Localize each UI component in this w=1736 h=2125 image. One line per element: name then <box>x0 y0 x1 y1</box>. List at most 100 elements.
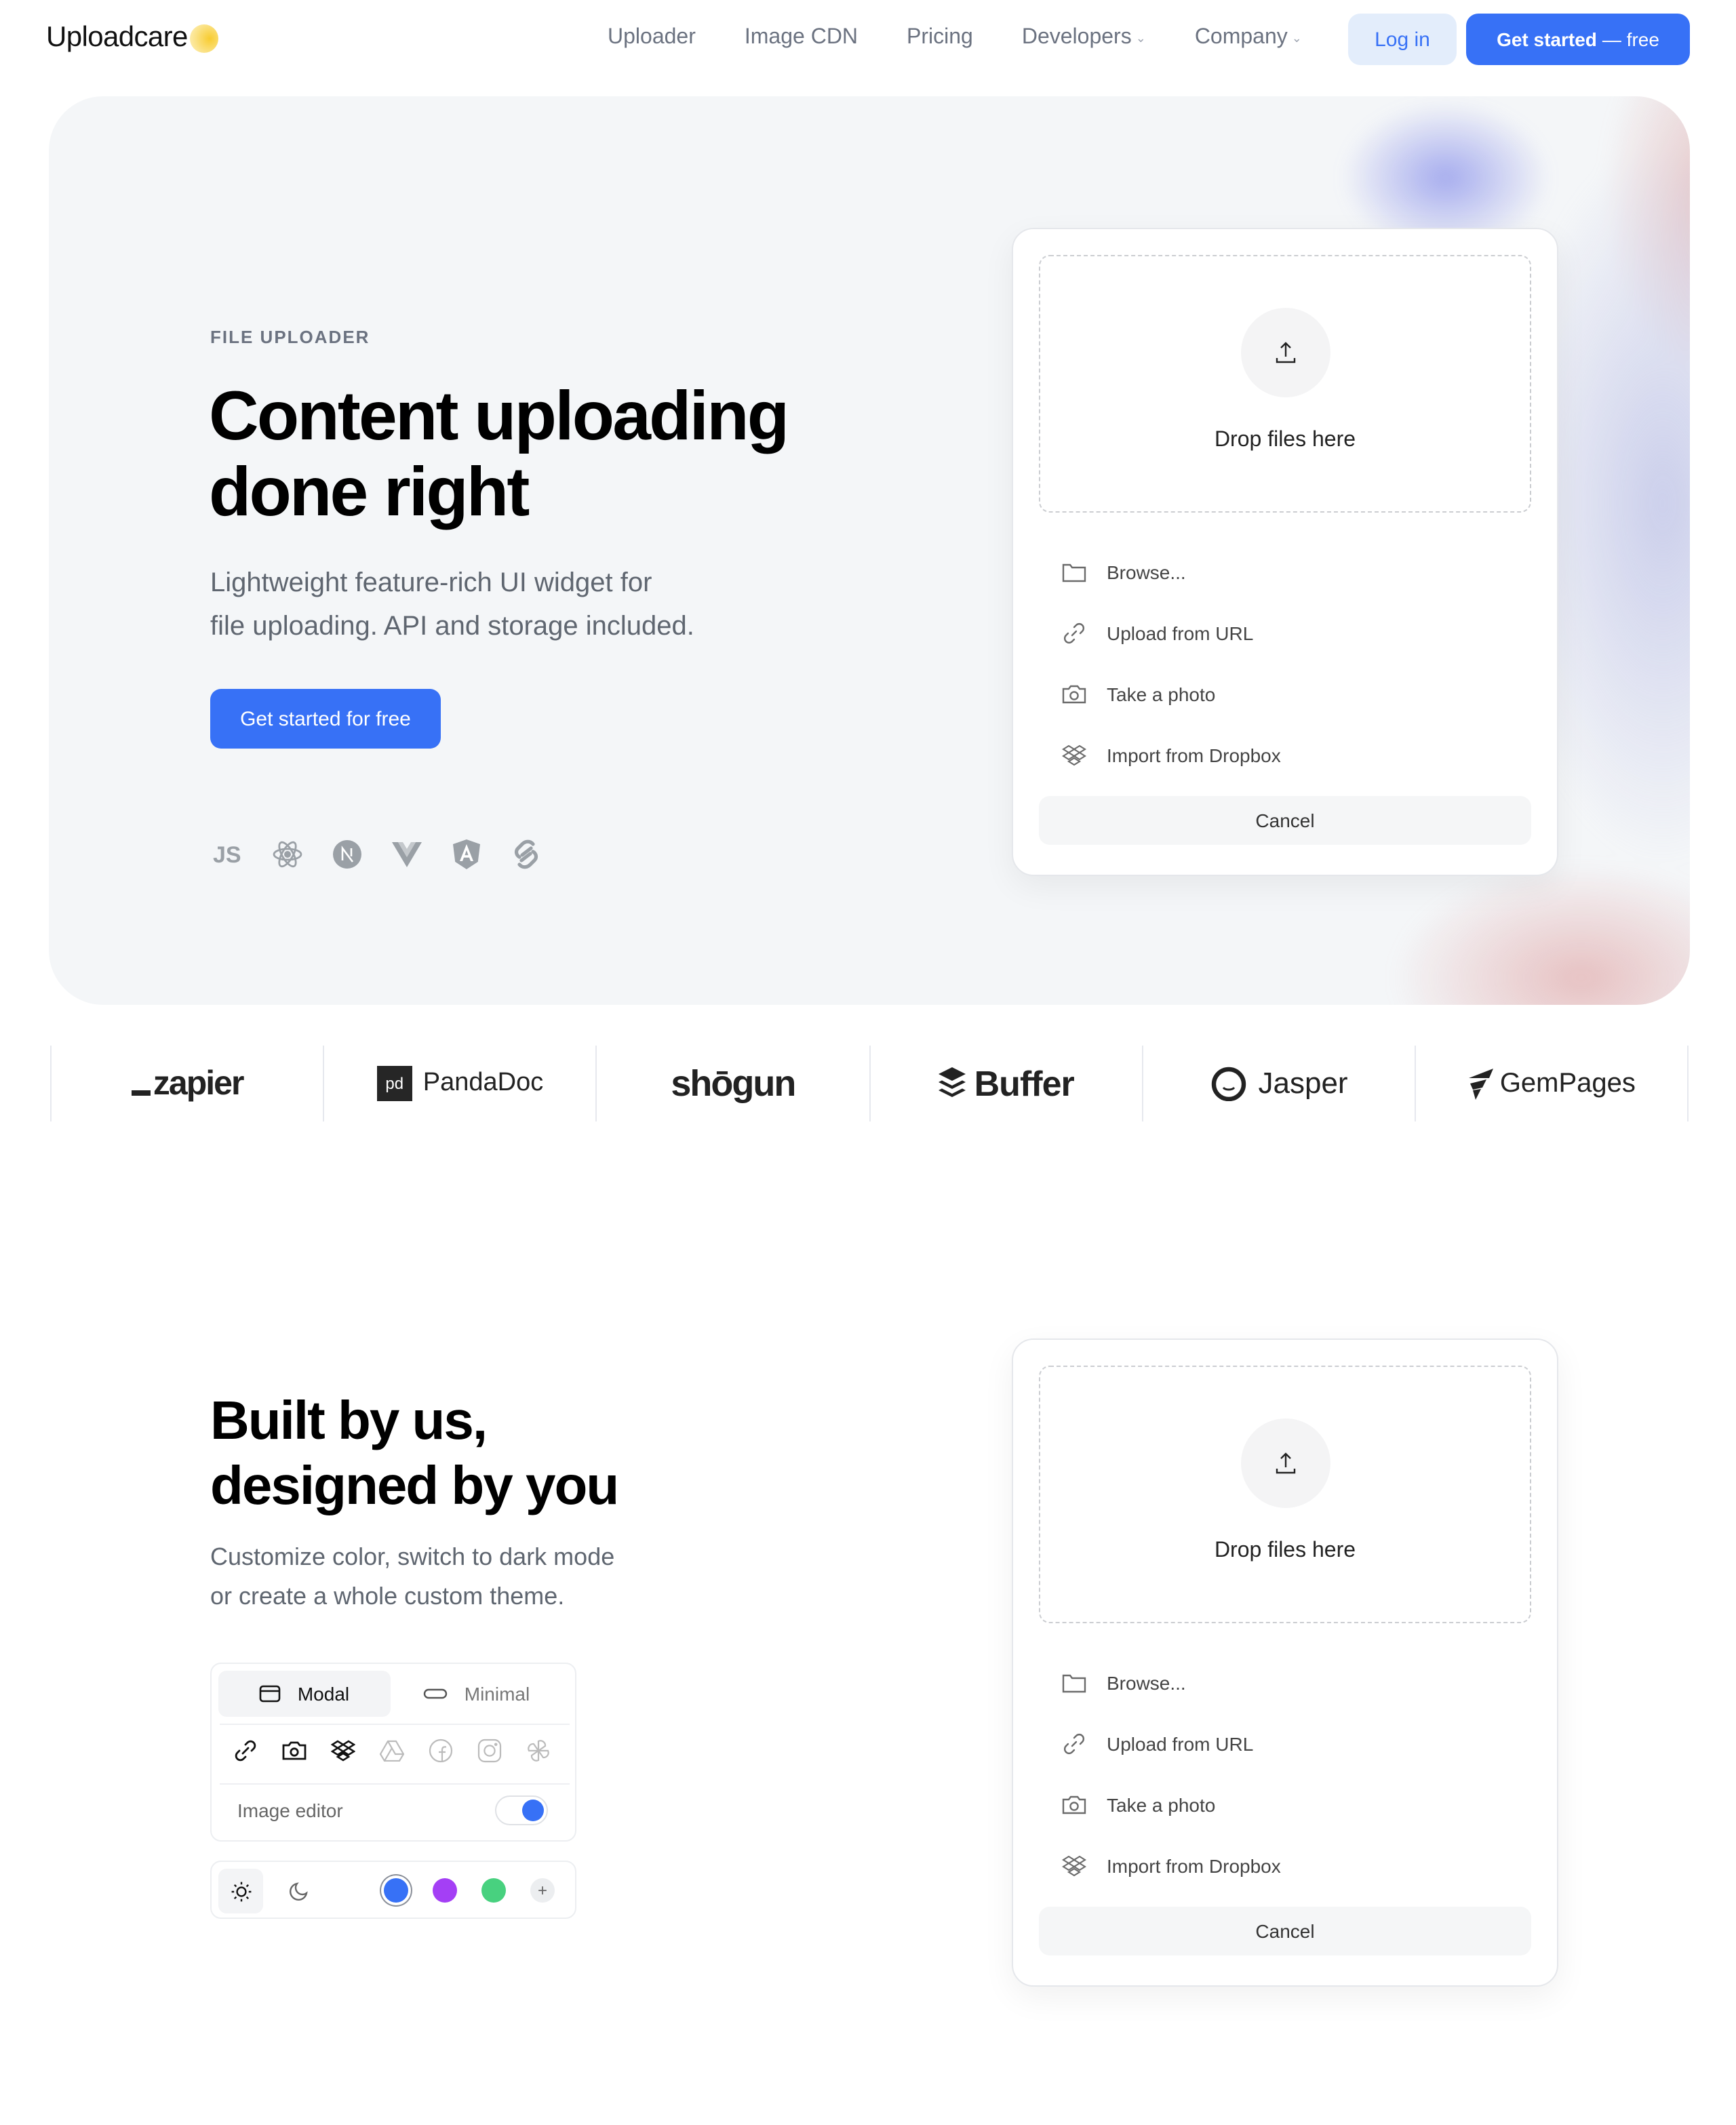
buffer-logo: Buffer <box>938 1062 1075 1105</box>
upload-icon <box>1276 342 1296 363</box>
customize-subtitle-line: Customize color, switch to dark mode <box>210 1543 615 1570</box>
source-camera[interactable]: Take a photo <box>1061 1774 1281 1835</box>
nav-link-label: Pricing <box>907 26 973 49</box>
hero-title: Content uploading done right <box>209 378 914 530</box>
nav-link-image-cdn[interactable]: Image CDN <box>745 26 858 50</box>
logo-shogun: shōgun <box>595 1046 869 1121</box>
nav-links: Uploader Image CDN Pricing Developers ⌄ C… <box>608 26 1351 50</box>
chevron-down-icon: ⌄ <box>1135 31 1146 44</box>
source-url[interactable]: Upload from URL <box>1061 602 1281 663</box>
chevron-down-icon: ⌄ <box>1291 31 1302 44</box>
nextjs-icon[interactable] <box>331 838 363 871</box>
brand-name: zapier <box>153 1064 245 1102</box>
source-label: Upload from URL <box>1107 622 1254 643</box>
camera-icon[interactable] <box>281 1737 308 1764</box>
mode-minimal-tab[interactable]: Minimal <box>391 1671 563 1717</box>
logo-pandadoc: pd PandaDoc <box>323 1046 595 1121</box>
brand-name: Buffer <box>974 1062 1075 1103</box>
modal-window-icon <box>260 1685 281 1703</box>
source-dropbox[interactable]: Import from Dropbox <box>1061 1835 1281 1896</box>
nav-link-developers[interactable]: Developers ⌄ <box>1022 26 1146 50</box>
nav-link-pricing[interactable]: Pricing <box>907 26 973 50</box>
cancel-button[interactable]: Cancel <box>1039 796 1531 845</box>
login-button[interactable]: Log in <box>1348 14 1457 65</box>
javascript-icon[interactable]: JS <box>212 838 244 871</box>
angular-icon[interactable] <box>450 838 483 871</box>
mode-switch: Modal Minimal <box>218 1671 563 1717</box>
color-swatch-blue[interactable] <box>384 1878 408 1903</box>
dropzone[interactable]: Drop files here <box>1039 255 1531 513</box>
source-list: Browse... Upload from URL Take a photo I… <box>1061 541 1281 785</box>
uploader-widget-preview: Drop files here Browse... Upload from UR… <box>1012 1338 1558 1987</box>
brand-name: GemPages <box>1499 1068 1636 1098</box>
theme-panel: + <box>210 1861 576 1919</box>
pandadoc-mark-icon: pd <box>376 1066 412 1101</box>
logo-gempages: GemPages <box>1414 1046 1689 1121</box>
brand-name: PandaDoc <box>422 1069 544 1097</box>
source-url[interactable]: Upload from URL <box>1061 1713 1281 1774</box>
color-swatch-purple[interactable] <box>433 1878 457 1903</box>
dark-theme-button[interactable] <box>275 1869 320 1913</box>
customize-title: Built by us, designed by you <box>210 1389 619 1519</box>
jasper-face-icon <box>1211 1067 1246 1101</box>
source-dropbox[interactable]: Import from Dropbox <box>1061 724 1281 785</box>
react-icon[interactable] <box>271 838 304 871</box>
top-nav: Uploadcare Uploader Image CDN Pricing De… <box>0 0 1736 79</box>
light-theme-button[interactable] <box>218 1869 263 1913</box>
get-started-free-button[interactable]: Get started for free <box>210 689 441 749</box>
divider <box>220 1783 570 1785</box>
camera-icon <box>1061 1791 1088 1818</box>
source-browse[interactable]: Browse... <box>1061 1652 1281 1713</box>
cancel-button[interactable]: Cancel <box>1039 1907 1531 1955</box>
upload-icon-circle <box>1241 308 1330 397</box>
pandadoc-logo: pd PandaDoc <box>376 1066 544 1101</box>
drop-files-text: Drop files here <box>1214 429 1356 452</box>
toggle-knob <box>522 1800 544 1821</box>
divider <box>220 1724 570 1725</box>
nav-link-label: Image CDN <box>744 26 859 49</box>
vue-icon[interactable] <box>391 838 423 871</box>
google-drive-icon[interactable] <box>378 1737 406 1764</box>
source-toggles <box>232 1737 552 1764</box>
image-editor-toggle[interactable] <box>495 1795 548 1825</box>
add-color-button[interactable]: + <box>530 1878 555 1903</box>
mode-label: Minimal <box>464 1683 530 1705</box>
customize-subtitle: Customize color, switch to dark mode or … <box>210 1538 698 1616</box>
config-panel: Modal Minimal Image editor <box>210 1663 576 1842</box>
link-icon <box>1061 619 1088 646</box>
mode-modal-tab[interactable]: Modal <box>218 1671 391 1717</box>
dropbox-icon[interactable] <box>330 1737 357 1764</box>
nav-link-company[interactable]: Company ⌄ <box>1195 26 1302 50</box>
cta-bold-text: Get started <box>1497 28 1597 50</box>
source-label: Import from Dropbox <box>1107 1854 1281 1876</box>
logo-zapier: zapier <box>50 1046 323 1121</box>
logo-jasper: Jasper <box>1141 1046 1414 1121</box>
instagram-icon[interactable] <box>476 1737 503 1764</box>
shogun-logo: shōgun <box>671 1062 796 1105</box>
nav-link-uploader[interactable]: Uploader <box>608 26 696 50</box>
hero-title-line: Content uploading <box>209 377 789 454</box>
customize-subtitle-line: or create a whole custom theme. <box>210 1583 565 1610</box>
svelte-icon[interactable] <box>510 838 542 871</box>
link-icon[interactable] <box>232 1737 259 1764</box>
hero-subtitle-line: file uploading. API and storage included… <box>210 612 694 641</box>
dropzone[interactable]: Drop files here <box>1039 1366 1531 1623</box>
source-label: Browse... <box>1107 561 1186 582</box>
pinwheel-icon[interactable] <box>525 1737 552 1764</box>
source-browse[interactable]: Browse... <box>1061 541 1281 602</box>
gempages-logo: GemPages <box>1467 1067 1636 1100</box>
facebook-icon[interactable] <box>427 1737 454 1764</box>
color-swatch-green[interactable] <box>481 1878 506 1903</box>
folder-icon <box>1061 1669 1088 1696</box>
image-editor-label: Image editor <box>237 1800 343 1821</box>
get-started-button[interactable]: Get started — free <box>1466 14 1690 65</box>
folder-icon <box>1061 558 1088 585</box>
source-camera[interactable]: Take a photo <box>1061 663 1281 724</box>
logo[interactable]: Uploadcare <box>46 22 219 54</box>
dropbox-icon <box>1061 741 1088 768</box>
source-label: Take a photo <box>1107 1793 1216 1815</box>
upload-icon-circle <box>1241 1418 1330 1508</box>
nav-link-label: Company <box>1194 26 1288 49</box>
upload-icon <box>1276 1452 1296 1474</box>
gempages-flag-icon <box>1468 1069 1493 1100</box>
